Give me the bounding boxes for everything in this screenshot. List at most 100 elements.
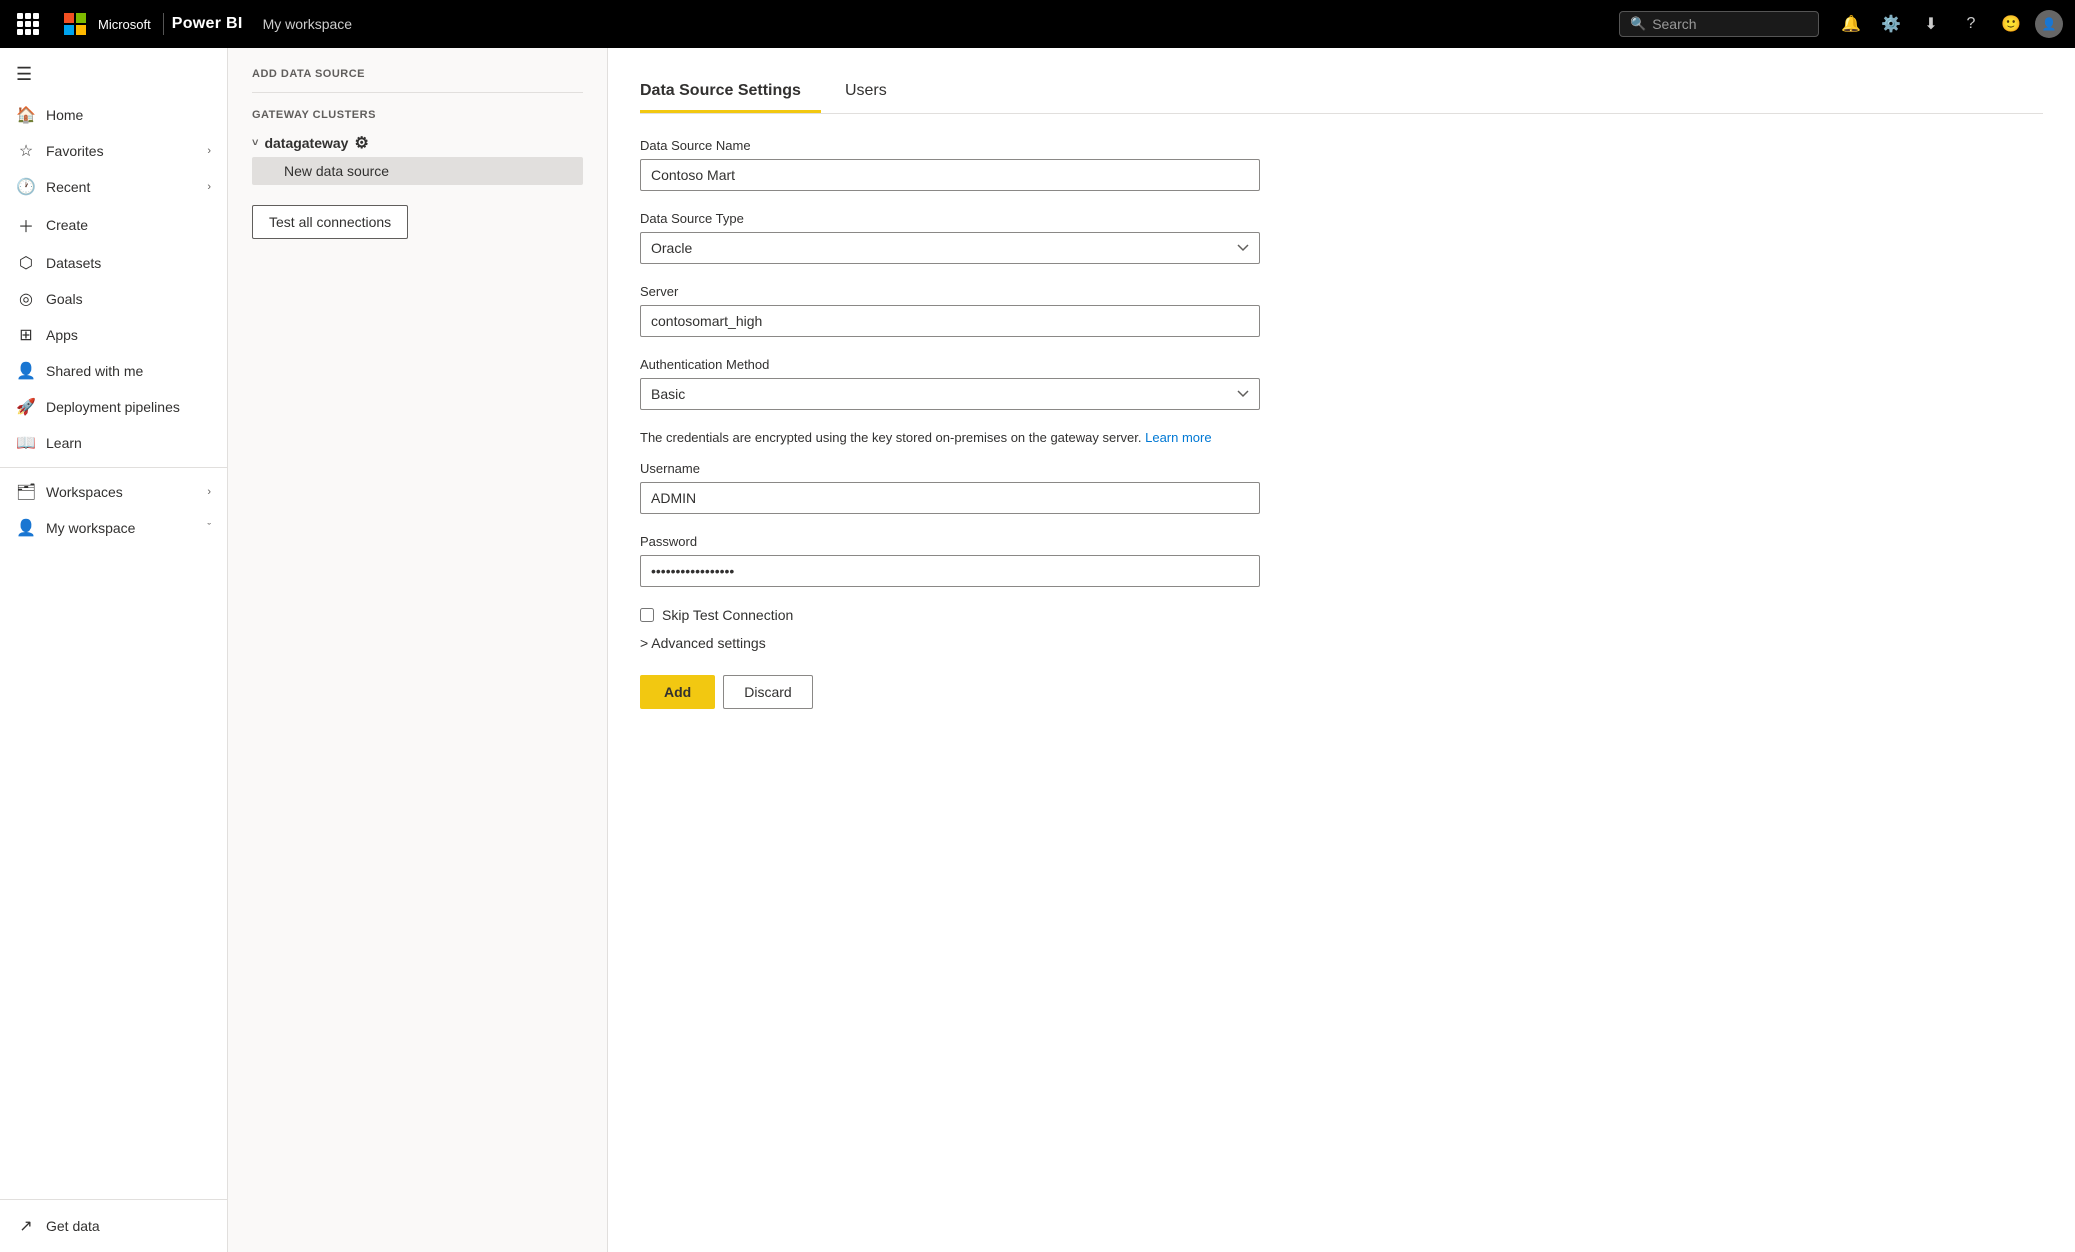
gateway-name: datagateway: [264, 135, 348, 151]
gateway-settings-icon: ⚙: [354, 133, 368, 153]
gateway-chevron-icon: ˅: [252, 137, 258, 149]
user-avatar[interactable]: 👤: [2035, 10, 2063, 38]
recent-icon: 🕐: [16, 177, 36, 197]
sidebar-item-my-workspace[interactable]: 👤 My workspace ˇ: [0, 510, 227, 546]
auth-method-select[interactable]: Basic Windows OAuth2: [640, 378, 1260, 410]
sidebar-item-shared-with-me[interactable]: 👤 Shared with me: [0, 353, 227, 389]
sidebar-item-workspaces[interactable]: 🗂 Workspaces ›: [0, 474, 227, 510]
my-workspace-icon: 👤: [16, 518, 36, 538]
microsoft-label: Microsoft: [98, 17, 151, 32]
password-input[interactable]: [640, 555, 1260, 587]
advanced-settings-label: > Advanced settings: [640, 635, 766, 651]
password-label: Password: [640, 534, 2043, 549]
left-panel: ADD DATA SOURCE GATEWAY CLUSTERS ˅ datag…: [228, 48, 608, 1252]
chevron-down-icon: ˇ: [207, 522, 211, 534]
sidebar-item-label: Recent: [46, 179, 197, 195]
sidebar-item-home[interactable]: 🏠 Home: [0, 97, 227, 133]
username-group: Username: [640, 461, 2043, 514]
sidebar-item-create[interactable]: ＋ Create: [0, 205, 227, 245]
workspaces-icon: 🗂: [16, 482, 36, 502]
sidebar-item-label: Get data: [46, 1218, 211, 1234]
credentials-note: The credentials are encrypted using the …: [640, 430, 1260, 445]
learn-icon: 📖: [16, 433, 36, 453]
goals-icon: ◎: [16, 289, 36, 309]
get-data-icon: ↗: [16, 1216, 36, 1236]
sidebar-item-apps[interactable]: ⊞ Apps: [0, 317, 227, 353]
search-box[interactable]: 🔍: [1619, 11, 1819, 37]
sidebar-item-deployment-pipelines[interactable]: 🚀 Deployment pipelines: [0, 389, 227, 425]
feedback-icon[interactable]: 🙂: [1995, 8, 2027, 40]
help-icon[interactable]: ?: [1955, 8, 1987, 40]
sidebar-item-label: Shared with me: [46, 363, 211, 379]
sidebar-item-label: Favorites: [46, 143, 197, 159]
section-divider: [252, 92, 583, 93]
sidebar-hamburger[interactable]: ☰: [0, 56, 227, 93]
gateway-header[interactable]: ˅ datagateway ⚙: [252, 133, 583, 153]
credentials-note-text: The credentials are encrypted using the …: [640, 430, 1145, 445]
sidebar-item-favorites[interactable]: ☆ Favorites ›: [0, 133, 227, 169]
sidebar: ☰ 🏠 Home ☆ Favorites › 🕐 Recent › ＋ Crea…: [0, 48, 228, 1252]
microsoft-logo: Microsoft: [52, 13, 164, 35]
right-panel: Data Source Settings Users Data Source N…: [608, 48, 2075, 1252]
sidebar-item-recent[interactable]: 🕐 Recent ›: [0, 169, 227, 205]
datasource-type-group: Data Source Type Oracle SQL Server Analy…: [640, 211, 2043, 264]
auth-method-group: Authentication Method Basic Windows OAut…: [640, 357, 2043, 410]
download-icon[interactable]: ⬇: [1915, 8, 1947, 40]
test-all-connections-button[interactable]: Test all connections: [252, 205, 408, 239]
notification-icon[interactable]: 🔔: [1835, 8, 1867, 40]
password-group: Password: [640, 534, 2043, 587]
workspace-label: My workspace: [251, 16, 352, 32]
datasource-type-label: Data Source Type: [640, 211, 2043, 226]
apps-icon: ⊞: [16, 325, 36, 345]
sidebar-item-label: My workspace: [46, 520, 197, 536]
add-data-source-label: ADD DATA SOURCE: [252, 68, 583, 80]
sidebar-item-goals[interactable]: ◎ Goals: [0, 281, 227, 317]
main-layout: ☰ 🏠 Home ☆ Favorites › 🕐 Recent › ＋ Crea…: [0, 48, 2075, 1252]
datasource-name-group: Data Source Name: [640, 138, 2043, 191]
discard-button[interactable]: Discard: [723, 675, 812, 709]
sidebar-divider: [0, 467, 227, 468]
sidebar-item-datasets[interactable]: ⬡ Datasets: [0, 245, 227, 281]
action-buttons: Add Discard: [640, 675, 2043, 709]
chevron-right-icon: ›: [207, 181, 211, 193]
learn-more-link[interactable]: Learn more: [1145, 430, 1211, 445]
topnav-action-icons: 🔔 ⚙️ ⬇ ? 🙂 👤: [1835, 8, 2063, 40]
create-icon: ＋: [16, 213, 36, 237]
datasource-name-input[interactable]: [640, 159, 1260, 191]
favorites-icon: ☆: [16, 141, 36, 161]
skip-test-checkbox[interactable]: [640, 608, 654, 622]
tab-data-source-settings[interactable]: Data Source Settings: [640, 72, 821, 113]
tab-users[interactable]: Users: [845, 72, 907, 113]
server-group: Server: [640, 284, 2043, 337]
server-input[interactable]: [640, 305, 1260, 337]
two-panel-layout: ADD DATA SOURCE GATEWAY CLUSTERS ˅ datag…: [228, 48, 2075, 1252]
auth-method-label: Authentication Method: [640, 357, 2043, 372]
sidebar-item-label: Learn: [46, 435, 211, 451]
add-button[interactable]: Add: [640, 675, 715, 709]
waffle-menu[interactable]: [12, 8, 44, 40]
sidebar-item-label: Workspaces: [46, 484, 197, 500]
advanced-settings-toggle[interactable]: > Advanced settings: [640, 635, 2043, 651]
server-label: Server: [640, 284, 2043, 299]
chevron-right-icon: ›: [207, 145, 211, 157]
sidebar-item-label: Home: [46, 107, 211, 123]
sidebar-item-label: Deployment pipelines: [46, 399, 211, 415]
content-area: ADD DATA SOURCE GATEWAY CLUSTERS ˅ datag…: [228, 48, 2075, 1252]
settings-icon[interactable]: ⚙️: [1875, 8, 1907, 40]
datasets-icon: ⬡: [16, 253, 36, 273]
sidebar-item-learn[interactable]: 📖 Learn: [0, 425, 227, 461]
search-input[interactable]: [1652, 16, 1808, 32]
username-input[interactable]: [640, 482, 1260, 514]
sidebar-item-label: Goals: [46, 291, 211, 307]
username-label: Username: [640, 461, 2043, 476]
datasource-name-label: Data Source Name: [640, 138, 2043, 153]
search-icon: 🔍: [1630, 16, 1646, 32]
datasource-type-select[interactable]: Oracle SQL Server Analysis Services SAP …: [640, 232, 1260, 264]
pipelines-icon: 🚀: [16, 397, 36, 417]
sidebar-item-label: Apps: [46, 327, 211, 343]
tabs-bar: Data Source Settings Users: [640, 72, 2043, 114]
skip-test-label[interactable]: Skip Test Connection: [662, 607, 793, 623]
sidebar-item-label: Create: [46, 217, 211, 233]
new-datasource-item[interactable]: New data source: [252, 157, 583, 185]
sidebar-item-get-data[interactable]: ↗ Get data: [0, 1208, 227, 1244]
